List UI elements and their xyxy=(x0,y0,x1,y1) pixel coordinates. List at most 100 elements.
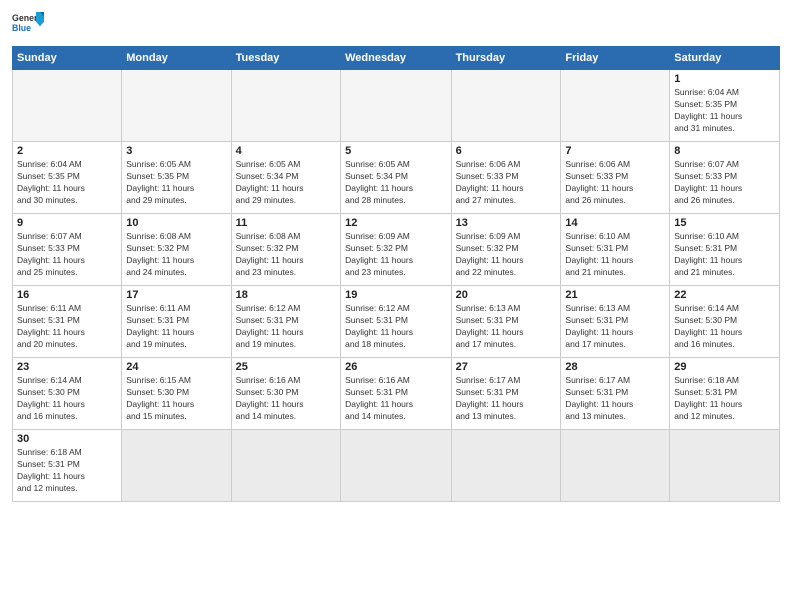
day-number: 15 xyxy=(674,217,775,229)
header: General Blue xyxy=(12,10,780,38)
weekday-tuesday: Tuesday xyxy=(231,47,340,70)
day-info: Sunrise: 6:11 AM Sunset: 5:31 PM Dayligh… xyxy=(17,303,117,351)
day-info: Sunrise: 6:15 AM Sunset: 5:30 PM Dayligh… xyxy=(126,375,226,423)
calendar-cell: 11 Sunrise: 6:08 AM Sunset: 5:32 PM Dayli… xyxy=(231,214,340,286)
day-info: Sunrise: 6:10 AM Sunset: 5:31 PM Dayligh… xyxy=(565,231,665,279)
calendar-cell: 1Sunrise: 6:04 AM Sunset: 5:35 PM Daylig… xyxy=(670,70,780,142)
day-number: 12 xyxy=(345,217,446,229)
calendar-cell xyxy=(341,70,451,142)
day-info: Sunrise: 6:13 AM Sunset: 5:31 PM Dayligh… xyxy=(565,303,665,351)
day-number: 10 xyxy=(126,217,226,229)
calendar-cell xyxy=(122,70,231,142)
calendar-table: SundayMondayTuesdayWednesdayThursdayFrid… xyxy=(12,46,780,502)
calendar-cell: 13 Sunrise: 6:09 AM Sunset: 5:32 PM Dayli… xyxy=(451,214,561,286)
calendar-cell: 3 Sunrise: 6:05 AM Sunset: 5:35 PM Daylig… xyxy=(122,142,231,214)
day-info: Sunrise: 6:07 AM Sunset: 5:33 PM Dayligh… xyxy=(674,159,775,207)
day-number: 20 xyxy=(456,289,557,301)
calendar-cell: 5 Sunrise: 6:05 AM Sunset: 5:34 PM Daylig… xyxy=(341,142,451,214)
calendar-cell xyxy=(122,430,231,502)
calendar-cell: 6 Sunrise: 6:06 AM Sunset: 5:33 PM Daylig… xyxy=(451,142,561,214)
day-info: Sunrise: 6:16 AM Sunset: 5:30 PM Dayligh… xyxy=(236,375,336,423)
calendar-cell xyxy=(231,70,340,142)
day-number: 29 xyxy=(674,361,775,373)
day-number: 5 xyxy=(345,145,446,157)
weekday-monday: Monday xyxy=(122,47,231,70)
day-info: Sunrise: 6:12 AM Sunset: 5:31 PM Dayligh… xyxy=(236,303,336,351)
calendar-cell: 4Sunrise: 6:05 AM Sunset: 5:34 PM Daylig… xyxy=(231,142,340,214)
day-number: 28 xyxy=(565,361,665,373)
day-number: 13 xyxy=(456,217,557,229)
day-number: 11 xyxy=(236,217,336,229)
weekday-wednesday: Wednesday xyxy=(341,47,451,70)
calendar-cell: 9Sunrise: 6:07 AM Sunset: 5:33 PM Daylig… xyxy=(13,214,122,286)
weekday-friday: Friday xyxy=(561,47,670,70)
calendar-week-4: 16Sunrise: 6:11 AM Sunset: 5:31 PM Dayli… xyxy=(13,286,780,358)
day-info: Sunrise: 6:05 AM Sunset: 5:34 PM Dayligh… xyxy=(345,159,446,207)
calendar-cell: 17 Sunrise: 6:11 AM Sunset: 5:31 PM Dayli… xyxy=(122,286,231,358)
day-number: 6 xyxy=(456,145,557,157)
day-info: Sunrise: 6:08 AM Sunset: 5:32 PM Dayligh… xyxy=(126,231,226,279)
calendar-week-3: 9Sunrise: 6:07 AM Sunset: 5:33 PM Daylig… xyxy=(13,214,780,286)
day-number: 21 xyxy=(565,289,665,301)
calendar-cell: 15 Sunrise: 6:10 AM Sunset: 5:31 PM Dayli… xyxy=(670,214,780,286)
day-info: Sunrise: 6:06 AM Sunset: 5:33 PM Dayligh… xyxy=(565,159,665,207)
weekday-header-row: SundayMondayTuesdayWednesdayThursdayFrid… xyxy=(13,47,780,70)
day-info: Sunrise: 6:14 AM Sunset: 5:30 PM Dayligh… xyxy=(674,303,775,351)
day-number: 22 xyxy=(674,289,775,301)
day-number: 8 xyxy=(674,145,775,157)
calendar-cell: 12 Sunrise: 6:09 AM Sunset: 5:32 PM Dayli… xyxy=(341,214,451,286)
day-info: Sunrise: 6:11 AM Sunset: 5:31 PM Dayligh… xyxy=(126,303,226,351)
day-number: 3 xyxy=(126,145,226,157)
calendar-cell: 30Sunrise: 6:18 AM Sunset: 5:31 PM Dayli… xyxy=(13,430,122,502)
logo: General Blue xyxy=(12,10,44,38)
day-info: Sunrise: 6:04 AM Sunset: 5:35 PM Dayligh… xyxy=(17,159,117,207)
calendar-cell xyxy=(561,430,670,502)
day-info: Sunrise: 6:13 AM Sunset: 5:31 PM Dayligh… xyxy=(456,303,557,351)
calendar-cell: 10 Sunrise: 6:08 AM Sunset: 5:32 PM Dayli… xyxy=(122,214,231,286)
weekday-sunday: Sunday xyxy=(13,47,122,70)
day-number: 25 xyxy=(236,361,336,373)
page: General Blue SundayMondayTuesdayWednesda… xyxy=(0,0,792,612)
day-number: 18 xyxy=(236,289,336,301)
calendar-cell xyxy=(13,70,122,142)
calendar-cell: 7Sunrise: 6:06 AM Sunset: 5:33 PM Daylig… xyxy=(561,142,670,214)
calendar-cell: 8 Sunrise: 6:07 AM Sunset: 5:33 PM Daylig… xyxy=(670,142,780,214)
calendar-cell: 20 Sunrise: 6:13 AM Sunset: 5:31 PM Dayli… xyxy=(451,286,561,358)
day-info: Sunrise: 6:05 AM Sunset: 5:35 PM Dayligh… xyxy=(126,159,226,207)
day-number: 23 xyxy=(17,361,117,373)
calendar-cell: 25 Sunrise: 6:16 AM Sunset: 5:30 PM Dayli… xyxy=(231,358,340,430)
calendar-cell xyxy=(561,70,670,142)
calendar-week-5: 23Sunrise: 6:14 AM Sunset: 5:30 PM Dayli… xyxy=(13,358,780,430)
day-info: Sunrise: 6:05 AM Sunset: 5:34 PM Dayligh… xyxy=(236,159,336,207)
calendar-cell: 23Sunrise: 6:14 AM Sunset: 5:30 PM Dayli… xyxy=(13,358,122,430)
day-number: 24 xyxy=(126,361,226,373)
calendar-cell xyxy=(451,70,561,142)
calendar-cell: 29Sunrise: 6:18 AM Sunset: 5:31 PM Dayli… xyxy=(670,358,780,430)
day-number: 19 xyxy=(345,289,446,301)
calendar-week-2: 2Sunrise: 6:04 AM Sunset: 5:35 PM Daylig… xyxy=(13,142,780,214)
day-info: Sunrise: 6:16 AM Sunset: 5:31 PM Dayligh… xyxy=(345,375,446,423)
svg-text:Blue: Blue xyxy=(12,23,31,33)
day-info: Sunrise: 6:06 AM Sunset: 5:33 PM Dayligh… xyxy=(456,159,557,207)
day-number: 27 xyxy=(456,361,557,373)
calendar-cell xyxy=(451,430,561,502)
calendar-cell: 14Sunrise: 6:10 AM Sunset: 5:31 PM Dayli… xyxy=(561,214,670,286)
calendar-cell: 26 Sunrise: 6:16 AM Sunset: 5:31 PM Dayli… xyxy=(341,358,451,430)
calendar-cell xyxy=(341,430,451,502)
day-info: Sunrise: 6:04 AM Sunset: 5:35 PM Dayligh… xyxy=(674,87,775,135)
day-info: Sunrise: 6:09 AM Sunset: 5:32 PM Dayligh… xyxy=(456,231,557,279)
calendar-cell: 27 Sunrise: 6:17 AM Sunset: 5:31 PM Dayli… xyxy=(451,358,561,430)
day-info: Sunrise: 6:09 AM Sunset: 5:32 PM Dayligh… xyxy=(345,231,446,279)
calendar-cell: 18 Sunrise: 6:12 AM Sunset: 5:31 PM Dayli… xyxy=(231,286,340,358)
day-info: Sunrise: 6:17 AM Sunset: 5:31 PM Dayligh… xyxy=(456,375,557,423)
day-info: Sunrise: 6:10 AM Sunset: 5:31 PM Dayligh… xyxy=(674,231,775,279)
day-number: 17 xyxy=(126,289,226,301)
day-info: Sunrise: 6:07 AM Sunset: 5:33 PM Dayligh… xyxy=(17,231,117,279)
calendar-cell: 21 Sunrise: 6:13 AM Sunset: 5:31 PM Dayli… xyxy=(561,286,670,358)
day-number: 26 xyxy=(345,361,446,373)
day-info: Sunrise: 6:18 AM Sunset: 5:31 PM Dayligh… xyxy=(17,447,117,495)
calendar-cell: 24 Sunrise: 6:15 AM Sunset: 5:30 PM Dayli… xyxy=(122,358,231,430)
calendar-cell xyxy=(231,430,340,502)
calendar-cell: 28Sunrise: 6:17 AM Sunset: 5:31 PM Dayli… xyxy=(561,358,670,430)
day-info: Sunrise: 6:08 AM Sunset: 5:32 PM Dayligh… xyxy=(236,231,336,279)
